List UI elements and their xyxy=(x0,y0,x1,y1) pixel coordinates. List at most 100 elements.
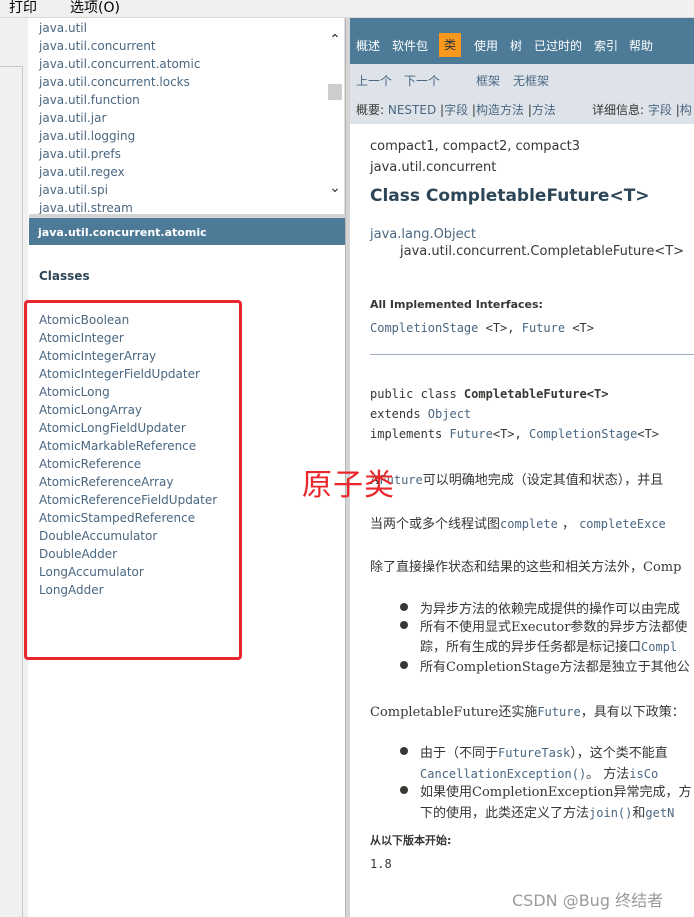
desc-text: 踪，所有生成的异步任务都是标记接口 xyxy=(420,640,642,655)
page-title: Class CompletableFuture<T> xyxy=(370,186,650,206)
watermark: CSDN @Bug 终结者 xyxy=(512,891,664,910)
bullet-icon xyxy=(400,747,408,755)
nav-deprecated[interactable]: 已过时的 xyxy=(534,37,582,54)
interface-link[interactable]: Future xyxy=(522,321,565,335)
signature-line-1: public class CompletableFuture<T> xyxy=(370,387,608,401)
hierarchy-class: java.util.concurrent.CompletableFuture<T… xyxy=(400,244,685,259)
menu-bar: 打印 选项(O) xyxy=(0,0,694,18)
nav-use[interactable]: 使用 xyxy=(474,37,498,54)
package-link[interactable]: java.util.prefs xyxy=(39,146,200,164)
nav-package[interactable]: 软件包 xyxy=(392,37,428,54)
scroll-up-icon[interactable]: ⌃ xyxy=(328,32,342,48)
package-link[interactable]: java.util.concurrent.locks xyxy=(39,74,200,92)
desc-code-link[interactable]: Future xyxy=(537,705,580,719)
nav-overview[interactable]: 概述 xyxy=(356,37,380,54)
bullet-icon xyxy=(400,621,408,629)
description-para-2: 当两个或多个线程试图complete ， completeExce xyxy=(370,513,666,532)
code-keyword: public class xyxy=(370,387,464,401)
interfaces-label: All Implemented Interfaces: xyxy=(370,298,543,311)
package-list-scrollbar[interactable]: ⌃ ⌄ xyxy=(326,18,344,214)
package-title[interactable]: java.util.concurrent.atomic xyxy=(38,226,207,239)
summary-nested-link[interactable]: NESTED xyxy=(388,103,436,117)
top-navbar: 概述 软件包 类 使用 树 已过时的 索引 帮助 xyxy=(350,18,694,64)
desc-code-link[interactable]: join() xyxy=(589,806,632,820)
chrome-divider-vertical xyxy=(22,66,23,917)
desc-text: 由于（不同于 xyxy=(420,746,499,761)
bullet-text: 为异步方法的依赖完成提供的操作可以由完成 xyxy=(420,602,681,617)
description-para-3: 除了直接操作状态和结果的这些和相关方法外，Comp xyxy=(370,560,682,575)
bullet-text: 所有CompletionStage方法都是独立于其他公 xyxy=(420,660,690,675)
summary-row: 概要: NESTED |字段 |构造方法 |方法 xyxy=(356,101,556,118)
desc-code-link[interactable]: getN xyxy=(645,806,674,820)
classes-heading: Classes xyxy=(39,269,90,283)
desc-code-link[interactable]: complete xyxy=(500,517,558,531)
chrome-divider xyxy=(0,66,22,67)
desc-text: 下的使用，此类还定义了方法 xyxy=(420,806,590,821)
desc-code-link[interactable]: Compl xyxy=(641,640,677,654)
desc-text: ），这个类不能直 xyxy=(570,746,668,761)
package-list-frame: java.util java.util.concurrent java.util… xyxy=(29,18,345,214)
desc-text: ，具有以下政策： xyxy=(580,705,685,720)
interface-generic: <T>, xyxy=(478,321,522,335)
code-keyword: extends xyxy=(370,407,428,421)
package-name: java.util.concurrent xyxy=(370,160,497,175)
divider xyxy=(370,354,694,355)
summary-field-link[interactable]: 字段 xyxy=(444,103,468,117)
desc-code-link[interactable]: CancellationException() xyxy=(420,767,586,781)
package-link[interactable]: java.util.function xyxy=(39,92,200,110)
package-link[interactable]: java.util.regex xyxy=(39,164,200,182)
profiles-label: compact1, compact2, compact3 xyxy=(370,139,581,154)
summary-method-link[interactable]: 方法 xyxy=(532,103,556,117)
detail-field-link[interactable]: 字段 xyxy=(648,103,672,117)
detail-row: 详细信息: 字段 |构 xyxy=(592,101,692,118)
frames-link[interactable]: 框架 xyxy=(476,72,500,89)
bullet-icon xyxy=(400,603,408,611)
desc-text: ， xyxy=(557,517,580,532)
interfaces-list: CompletionStage <T>, Future <T> xyxy=(370,321,594,335)
nav-class[interactable]: 类 xyxy=(439,33,462,57)
bullet-text-continued: CancellationException()。 方法isCo xyxy=(420,763,658,782)
annotation-label: 原子类 xyxy=(302,468,395,503)
scroll-down-icon[interactable]: ⌄ xyxy=(328,180,342,196)
next-class-link[interactable]: 下一个 xyxy=(404,72,440,89)
no-frames-link[interactable]: 无框架 xyxy=(513,72,549,89)
scrollbar-thumb[interactable] xyxy=(328,84,342,100)
desc-text: CompletableFuture还实施 xyxy=(370,705,538,720)
desc-code-link[interactable]: FutureTask xyxy=(498,746,570,760)
package-link[interactable]: java.util xyxy=(39,20,200,38)
since-label: 从以下版本开始: xyxy=(370,834,452,847)
bullet-text-continued: 下的使用，此类还定义了方法join()和getN xyxy=(420,802,674,821)
menu-print[interactable]: 打印 xyxy=(9,0,37,18)
class-frame-header: java.util.concurrent.atomic xyxy=(29,218,345,245)
description-para-1: AFuture可以明确地完成（设定其值和状态），并且 xyxy=(370,469,663,488)
code-link[interactable]: Future xyxy=(449,427,492,441)
menu-options[interactable]: 选项(O) xyxy=(70,0,120,18)
detail-constructor-link[interactable]: 构 xyxy=(680,103,692,117)
desc-code-link[interactable]: completeExce xyxy=(579,517,666,531)
desc-code-link[interactable]: isCo xyxy=(629,767,658,781)
summary-constructor-link[interactable]: 构造方法 xyxy=(476,103,524,117)
hierarchy-root-link[interactable]: java.lang.Object xyxy=(370,227,476,242)
summary-label: 概要: xyxy=(356,103,385,117)
interface-link[interactable]: CompletionStage xyxy=(370,321,478,335)
code-keyword: implements xyxy=(370,427,450,441)
package-link[interactable]: java.util.concurrent.atomic xyxy=(39,56,200,74)
signature-line-2: extends Object xyxy=(370,407,471,421)
nav-index[interactable]: 索引 xyxy=(594,37,618,54)
nav-help[interactable]: 帮助 xyxy=(629,37,653,54)
package-link[interactable]: java.util.logging xyxy=(39,128,200,146)
desc-text: 。 方法 xyxy=(586,767,630,782)
code-link[interactable]: CompletionStage xyxy=(529,427,637,441)
package-link[interactable]: java.util.concurrent xyxy=(39,38,200,56)
nav-tree[interactable]: 树 xyxy=(510,37,522,54)
bullet-icon xyxy=(400,786,408,794)
desc-text: 和 xyxy=(632,806,646,821)
code-generic: <T>, xyxy=(492,427,529,441)
package-link[interactable]: java.util.stream xyxy=(39,200,200,214)
code-class-name: CompletableFuture<T> xyxy=(463,387,609,401)
code-generic: <T> xyxy=(637,427,660,441)
package-link[interactable]: java.util.jar xyxy=(39,110,200,128)
package-link[interactable]: java.util.spi xyxy=(39,182,200,200)
prev-class-link[interactable]: 上一个 xyxy=(356,72,392,89)
code-link[interactable]: Object xyxy=(428,407,471,421)
